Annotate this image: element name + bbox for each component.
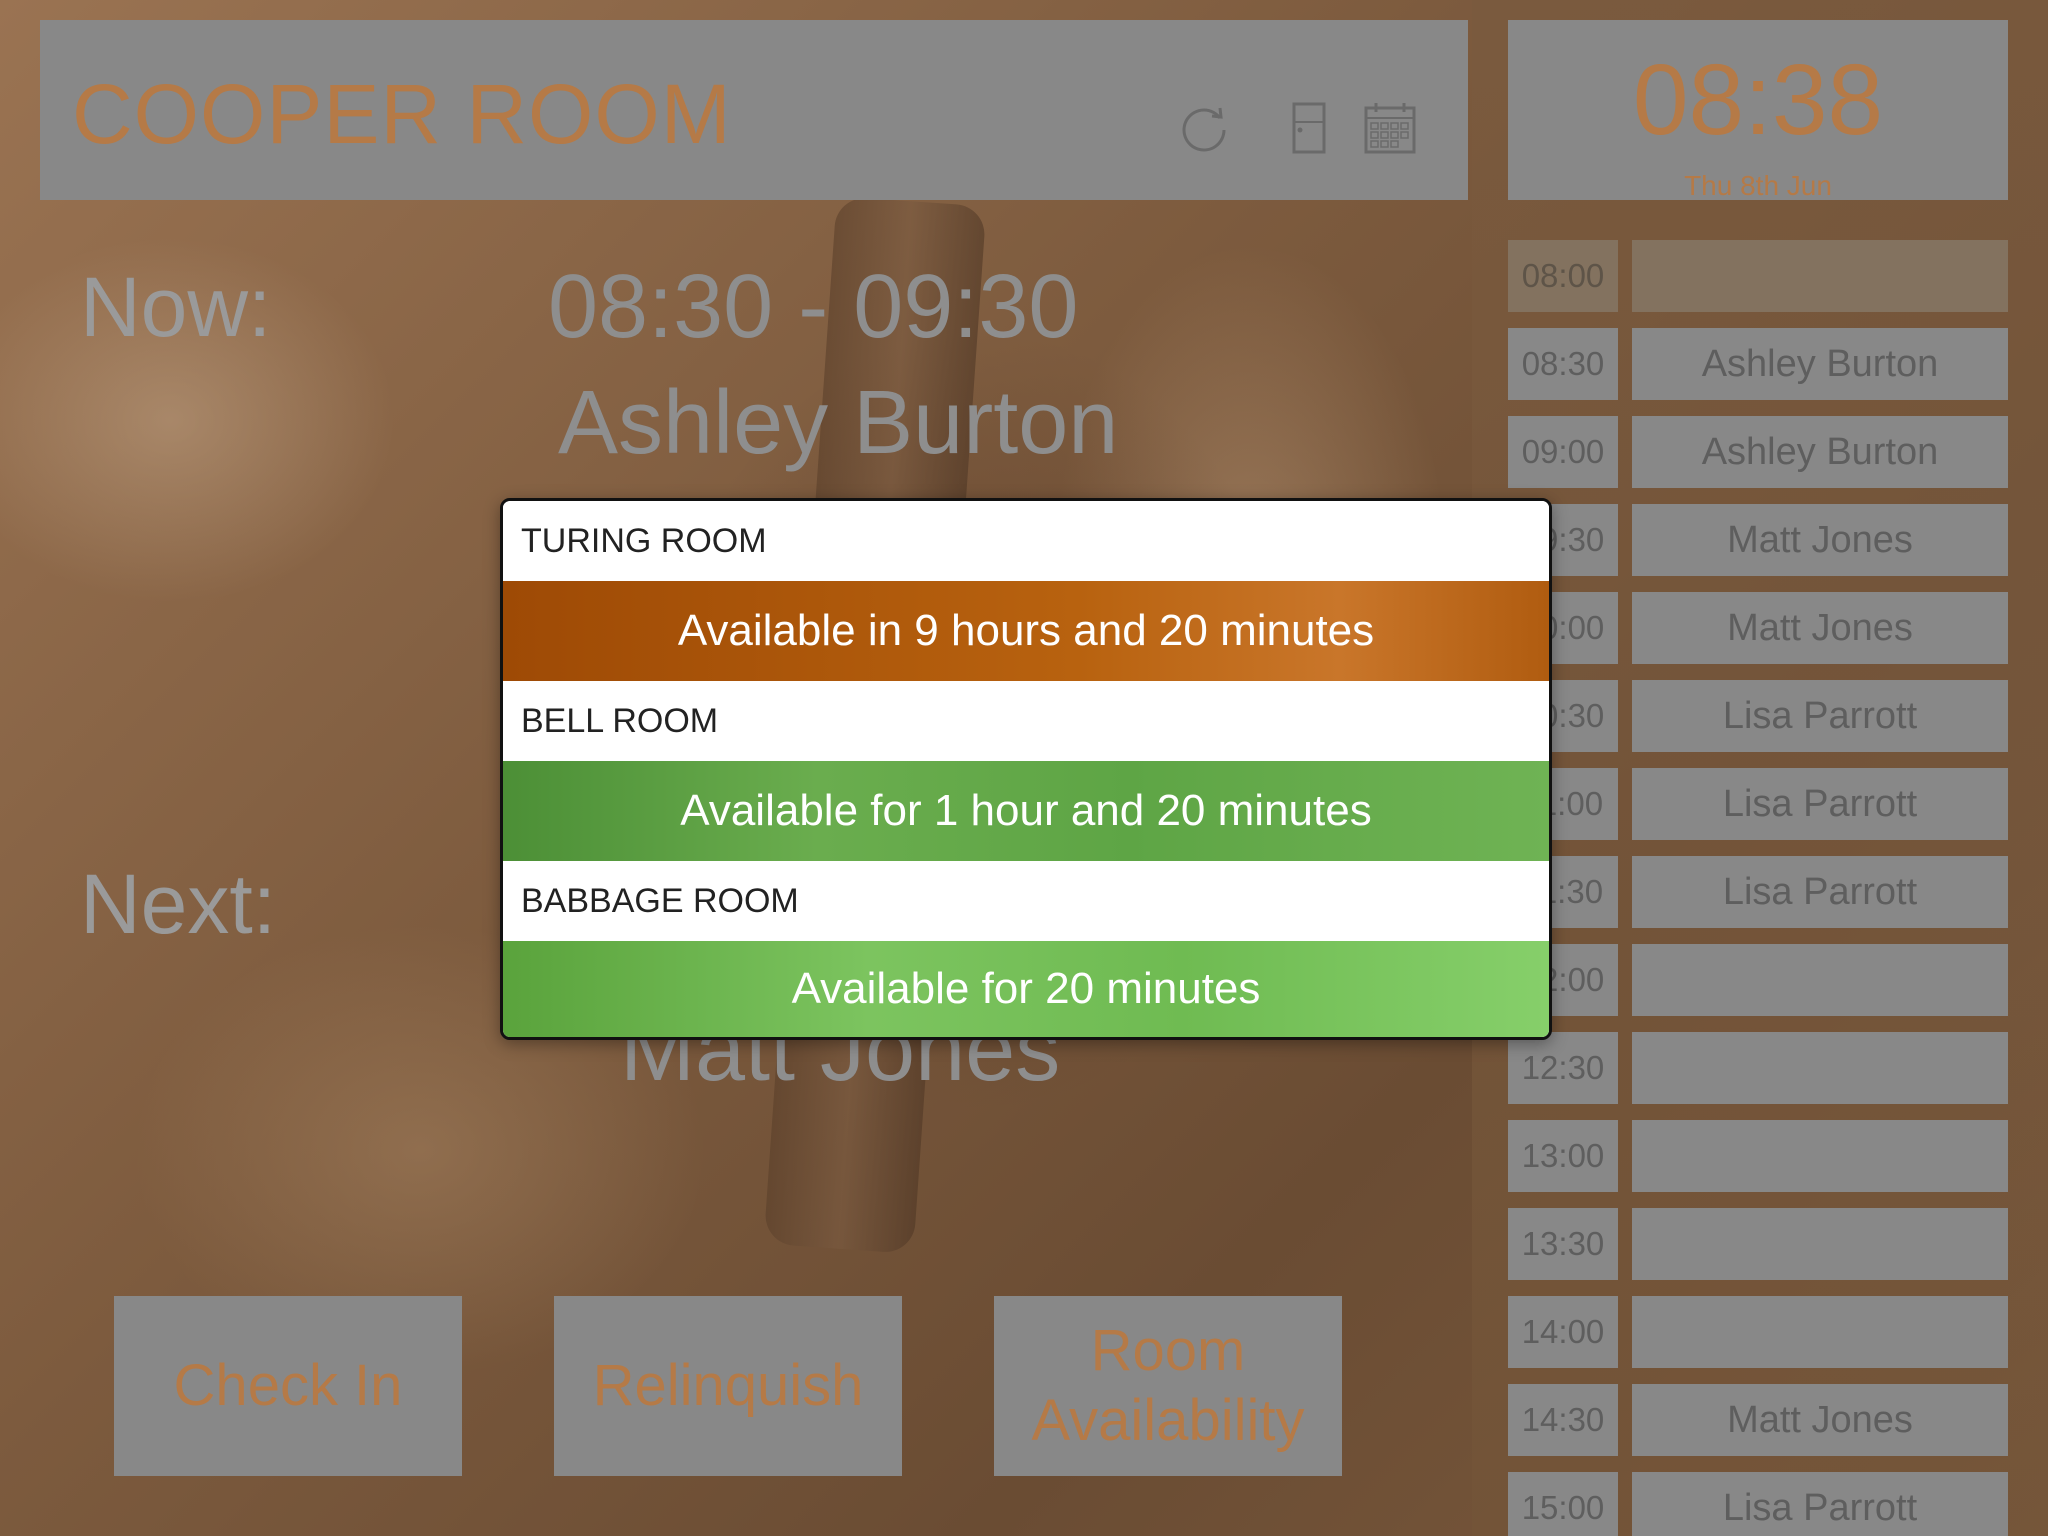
schedule-time: 14:00 [1508, 1296, 1618, 1368]
schedule-row[interactable]: 12:30 [1508, 1032, 2008, 1104]
room-status-bell[interactable]: Available for 1 hour and 20 minutes [503, 761, 1549, 861]
schedule-row[interactable]: 15:00 Lisa Parrott [1508, 1472, 2008, 1536]
room-availability-button[interactable]: Room Availability [994, 1296, 1342, 1476]
schedule-booking[interactable] [1632, 944, 2008, 1016]
schedule-booking[interactable]: Matt Jones [1632, 504, 2008, 576]
clock-date: Thu 8th Jun [1684, 170, 1832, 201]
schedule-row[interactable]: 09:30 Matt Jones [1508, 504, 2008, 576]
schedule-row[interactable]: 14:00 [1508, 1296, 2008, 1368]
schedule-time: 09:00 [1508, 416, 1618, 488]
schedule-booking[interactable]: Lisa Parrott [1632, 680, 2008, 752]
schedule-row[interactable]: 08:00 [1508, 240, 2008, 312]
room-name-bell: BELL ROOM [503, 681, 1549, 761]
schedule-booking[interactable]: Ashley Burton [1632, 416, 2008, 488]
clock-time: 08:38 [1632, 44, 1884, 156]
room-status-turing[interactable]: Available in 9 hours and 20 minutes [503, 581, 1549, 681]
now-label: Now: [80, 260, 272, 354]
schedule-booking[interactable] [1632, 1296, 2008, 1368]
calendar-icon[interactable] [1362, 100, 1418, 156]
schedule-booking[interactable]: Matt Jones [1632, 592, 2008, 664]
schedule-row[interactable]: 11:00 Lisa Parrott [1508, 768, 2008, 840]
now-organizer: Ashley Burton [558, 373, 1119, 473]
room-name-babbage: BABBAGE ROOM [503, 861, 1549, 941]
schedule-booking[interactable]: Matt Jones [1632, 1384, 2008, 1456]
schedule-booking[interactable]: Ashley Burton [1632, 328, 2008, 400]
room-title: COOPER ROOM [72, 67, 732, 161]
schedule-time: 12:30 [1508, 1032, 1618, 1104]
schedule-row[interactable]: 09:00 Ashley Burton [1508, 416, 2008, 488]
schedule-booking[interactable]: Lisa Parrott [1632, 768, 2008, 840]
schedule-time: 08:00 [1508, 240, 1618, 312]
schedule-time: 15:00 [1508, 1472, 1618, 1536]
schedule-row[interactable]: 08:30 Ashley Burton [1508, 328, 2008, 400]
relinquish-button[interactable]: Relinquish [554, 1296, 902, 1476]
next-label: Next: [80, 857, 277, 951]
refresh-icon[interactable] [1176, 100, 1232, 156]
schedule-booking[interactable]: Lisa Parrott [1632, 1472, 2008, 1536]
now-time-range: 08:30 - 09:30 [548, 257, 1079, 357]
schedule-row[interactable]: 11:30 Lisa Parrott [1508, 856, 2008, 928]
schedule-booking[interactable]: Lisa Parrott [1632, 856, 2008, 928]
schedule-row[interactable]: 10:30 Lisa Parrott [1508, 680, 2008, 752]
check-in-button[interactable]: Check In [114, 1296, 462, 1476]
schedule-time: 08:30 [1508, 328, 1618, 400]
schedule-booking[interactable] [1632, 1120, 2008, 1192]
schedule-row[interactable]: 14:30 Matt Jones [1508, 1384, 2008, 1456]
schedule-booking[interactable] [1632, 1032, 2008, 1104]
room-status-babbage[interactable]: Available for 20 minutes [503, 941, 1549, 1037]
clock-panel: 08:38 Thu 8th Jun [1508, 20, 2008, 200]
schedule-list[interactable]: 08:00 08:30 Ashley Burton 09:00 Ashley Burto… [1508, 240, 2008, 1536]
schedule-booking[interactable] [1632, 1208, 2008, 1280]
schedule-row[interactable]: 12:00 [1508, 944, 2008, 1016]
schedule-time: 13:00 [1508, 1120, 1618, 1192]
schedule-time: 14:30 [1508, 1384, 1618, 1456]
schedule-booking[interactable] [1632, 240, 2008, 312]
room-header-bar: COOPER ROOM [40, 20, 1468, 200]
schedule-row[interactable]: 10:00 Matt Jones [1508, 592, 2008, 664]
schedule-row[interactable]: 13:00 [1508, 1120, 2008, 1192]
schedule-row[interactable]: 13:30 [1508, 1208, 2008, 1280]
room-availability-popup: TURING ROOM Available in 9 hours and 20 … [500, 498, 1552, 1040]
door-icon[interactable] [1280, 100, 1336, 156]
room-name-turing: TURING ROOM [503, 501, 1549, 581]
schedule-time: 13:30 [1508, 1208, 1618, 1280]
room-availability-label: Room Availability [1031, 1318, 1305, 1453]
